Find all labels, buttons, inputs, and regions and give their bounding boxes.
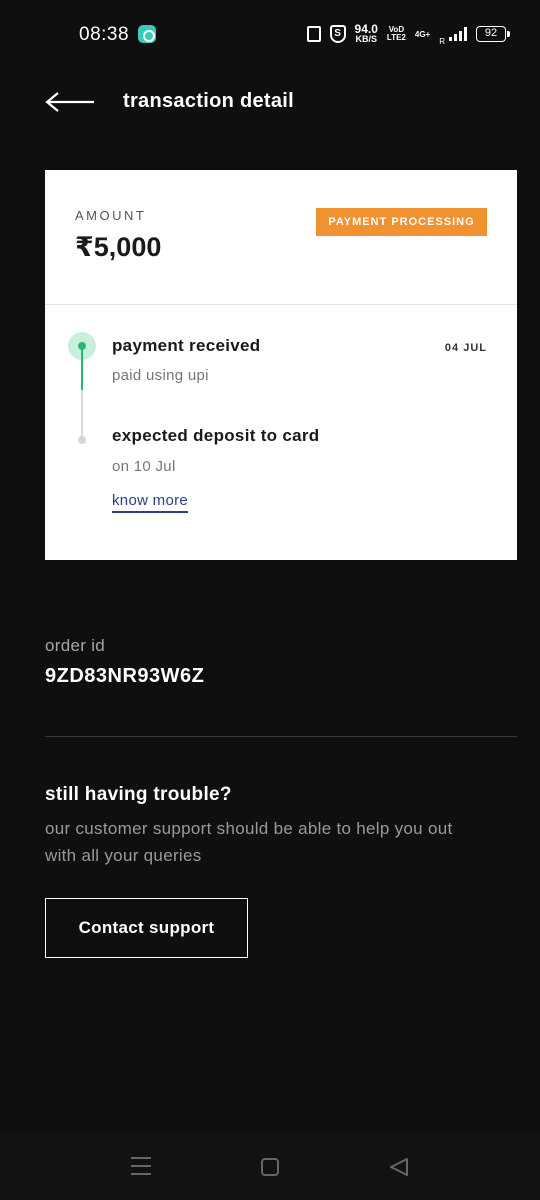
timeline-dot-pending bbox=[78, 436, 86, 444]
home-icon[interactable] bbox=[261, 1158, 279, 1176]
card-divider bbox=[45, 304, 517, 305]
system-nav-bar bbox=[0, 1133, 540, 1200]
volte-indicator: VoD LTE2 bbox=[386, 25, 406, 42]
network-speed: 94.0 KB/S bbox=[354, 22, 378, 44]
app-notification-icon bbox=[138, 25, 156, 43]
step-title-expected-deposit: expected deposit to card bbox=[112, 426, 320, 445]
order-id-label: order id bbox=[45, 636, 106, 655]
back-icon[interactable] bbox=[389, 1157, 409, 1177]
battery-icon: 92 bbox=[476, 26, 510, 42]
signal-icon bbox=[449, 27, 467, 41]
status-bar: 08:38 S 94.0 KB/S VoD LTE2 4G+ R 92 bbox=[0, 0, 540, 70]
order-id-value: 9ZD83NR93W6Z bbox=[45, 665, 205, 687]
section-divider bbox=[45, 736, 517, 737]
page-title: transaction detail bbox=[123, 90, 294, 112]
step-title-payment-received: payment received bbox=[112, 336, 261, 355]
timeline-line-done bbox=[81, 348, 83, 390]
support-title: still having trouble? bbox=[45, 784, 232, 805]
amount-value: ₹5,000 bbox=[75, 232, 162, 262]
status-icons: S 94.0 KB/S VoD LTE2 4G+ R 92 bbox=[306, 22, 510, 46]
roaming-indicator: R bbox=[439, 37, 445, 46]
vibrate-icon bbox=[306, 26, 321, 42]
status-badge: PAYMENT PROCESSING bbox=[316, 208, 487, 236]
recents-icon[interactable] bbox=[131, 1157, 151, 1175]
step-date: 04 JUL bbox=[444, 342, 487, 354]
shield-icon: S bbox=[329, 25, 346, 43]
contact-support-button[interactable]: Contact support bbox=[45, 898, 248, 958]
support-description: our customer support should be able to h… bbox=[45, 819, 453, 865]
step-subtitle-payment-received: paid using upi bbox=[112, 367, 209, 384]
status-time: 08:38 bbox=[79, 24, 130, 45]
network-type: 4G+ bbox=[414, 29, 431, 39]
amount-label: AMOUNT bbox=[75, 208, 147, 223]
know-more-link[interactable]: know more bbox=[112, 492, 189, 513]
back-arrow-icon[interactable] bbox=[44, 88, 96, 116]
transaction-card: AMOUNT ₹5,000 PAYMENT PROCESSING payment… bbox=[45, 170, 517, 560]
timeline-line-pending bbox=[81, 390, 83, 438]
step-subtitle-expected-deposit: on 10 Jul bbox=[112, 458, 176, 475]
